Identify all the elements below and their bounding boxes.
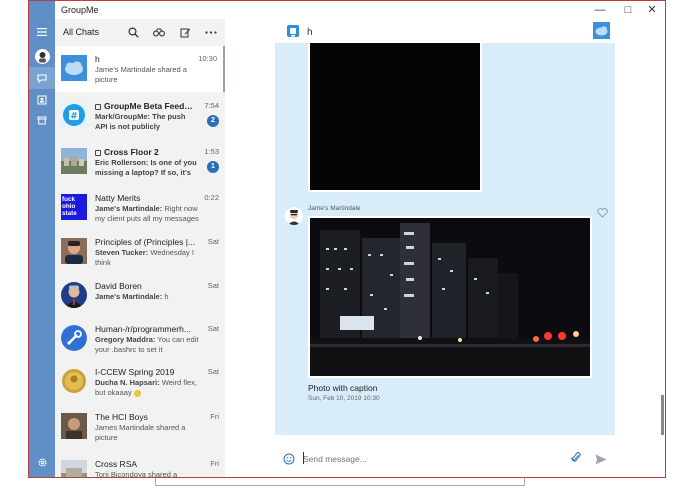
chat-preview: Jame's Martindale: h (95, 292, 169, 301)
chat-preview: James Martindale shared a picture (95, 423, 186, 442)
chat-preview: Gregory Maddra: You can edit your .bashr… (95, 335, 199, 354)
lock-icon (95, 150, 101, 156)
chat-name: h (95, 54, 100, 64)
chat-name: Principles of (Principles |... (95, 237, 195, 247)
chat-list-panel: All Chats h Jame's Martindale shared a p… (55, 19, 225, 478)
chat-item-hci-boys[interactable]: The HCI Boys James Martindale shared a p… (55, 404, 225, 450)
like-heart-icon[interactable] (597, 205, 608, 223)
message-timestamp: Sun, Feb 10, 2019 10:30 (308, 395, 380, 402)
avatar: fuck ohio state (61, 194, 87, 220)
avatar (61, 413, 87, 439)
chat-preview: Mark/GroupMe: The push API is not public… (95, 112, 186, 131)
chat-name: Human-/r/programmerh... (95, 324, 191, 334)
text-cursor (303, 452, 304, 464)
chat-time: 10:30 (198, 54, 217, 63)
chat-time: Fri (210, 412, 219, 421)
chat-time: Fri (210, 459, 219, 468)
grinning-emoji-icon (133, 389, 141, 397)
chat-item-principles[interactable]: Principles of (Principles |... Steven Tu… (55, 229, 225, 275)
chat-preview: Steven Tucker: Wednesday I think (95, 248, 194, 267)
scrollbar-thumb[interactable] (661, 395, 664, 435)
sender-avatar (285, 207, 303, 225)
title-bar: GroupMe — □ ✕ (29, 1, 665, 19)
app-window: GroupMe — □ ✕ All Chats h Jame's Martind… (28, 0, 666, 478)
avatar (61, 148, 87, 174)
chat-item-groupme-beta[interactable]: # GroupMe Beta Feedb... Mark/GroupMe: Th… (55, 93, 225, 139)
svg-text:#: # (70, 112, 78, 122)
shared-photo-dark[interactable] (308, 43, 482, 192)
chat-time: 0:22 (204, 193, 219, 202)
shared-photo-night-buildings[interactable] (308, 216, 592, 378)
unread-badge: 1 (207, 161, 219, 173)
chat-name: Cross RSA (95, 459, 138, 469)
chat-preview: Ducha N. Hapsari: Weird flex, but okaaay (95, 378, 197, 397)
all-chats-title: All Chats (63, 27, 100, 37)
settings-gear-icon[interactable] (29, 451, 55, 473)
avatar (61, 368, 87, 394)
menu-icon[interactable] (29, 21, 55, 43)
avatar: # (61, 102, 87, 128)
lock-icon (95, 104, 101, 110)
emoji-icon[interactable] (283, 452, 295, 470)
chats-icon[interactable] (29, 67, 55, 89)
background-window-edge (155, 478, 525, 486)
archive-icon[interactable] (29, 109, 55, 131)
message-input[interactable] (303, 452, 543, 466)
chat-list-header: All Chats (55, 19, 225, 45)
chat-item-h[interactable]: h Jame's Martindale shared a picture 10:… (55, 46, 225, 92)
chat-item-david-boren[interactable]: David Boren Jame's Martindale: h Sat (55, 273, 225, 319)
conversation-title: h (307, 27, 313, 38)
chat-item-cross-rsa[interactable]: Cross RSA Torii Bicondova shared a pictu… (55, 451, 225, 478)
message-composer (275, 443, 615, 473)
chat-time: 1:53 (204, 147, 219, 156)
chat-name: David Boren (95, 281, 142, 291)
attachment-paperclip-icon[interactable] (571, 451, 581, 469)
chat-time: Sat (207, 281, 219, 290)
app-title: GroupMe (61, 5, 99, 15)
maximize-button[interactable]: □ (615, 2, 641, 18)
discover-binoculars-icon[interactable] (151, 24, 167, 40)
chat-name: Natty Merits (95, 193, 141, 203)
chat-name: I-CCEW Spring 2019 (95, 367, 175, 377)
chat-item-i-ccew[interactable]: I-CCEW Spring 2019 Ducha N. Hapsari: Wei… (55, 359, 225, 405)
message-thread: Jame's Martindale Photo with caption Sun… (275, 43, 615, 435)
avatar (61, 55, 87, 81)
chat-time: Sat (207, 367, 219, 376)
chat-time: Sat (207, 324, 219, 333)
nav-rail (29, 1, 55, 477)
avatar (61, 282, 87, 308)
chat-preview: Jame's Martindale: Right now my client p… (95, 204, 199, 223)
chat-preview: Torii Bicondova shared a picture (95, 470, 178, 478)
chat-name: The HCI Boys (95, 412, 148, 422)
avatar (61, 325, 87, 351)
new-chat-pencil-icon[interactable] (177, 24, 193, 40)
conversation-header: h (225, 19, 665, 45)
avatar (61, 238, 87, 264)
more-options-icon[interactable] (203, 24, 219, 40)
avatar (61, 460, 87, 477)
photo-caption: Photo with caption (308, 383, 378, 393)
message-sender-name: Jame's Martindale (308, 205, 361, 212)
contacts-icon[interactable] (29, 89, 55, 111)
chat-item-natty-merits[interactable]: fuck ohio state Natty Merits Jame's Mart… (55, 185, 225, 231)
group-avatar[interactable] (593, 22, 610, 39)
minimize-button[interactable]: — (587, 2, 613, 18)
chat-time: 7:54 (204, 101, 219, 110)
chat-preview: Jame's Martindale shared a picture (95, 65, 187, 84)
chat-preview: Eric Rollerson: Is one of you missing a … (95, 158, 197, 177)
chat-time: Sat (207, 237, 219, 246)
send-icon[interactable] (595, 452, 607, 470)
close-button[interactable]: ✕ (639, 2, 665, 18)
conversation-panel: h Jame's Martindale Photo with caption S… (225, 19, 665, 477)
unread-badge: 2 (207, 115, 219, 127)
chat-name: Cross Floor 2 (95, 147, 195, 157)
profile-avatar[interactable] (29, 45, 55, 67)
chat-item-cross-floor-2[interactable]: Cross Floor 2 Eric Rollerson: Is one of … (55, 139, 225, 185)
avatar-text: fuck ohio state (62, 196, 77, 217)
search-icon[interactable] (125, 24, 141, 40)
chat-name: GroupMe Beta Feedb... (95, 101, 195, 111)
chat-item-programmerhumor[interactable]: Human-/r/programmerh... Gregory Maddra: … (55, 316, 225, 362)
group-info-icon[interactable] (287, 25, 299, 37)
